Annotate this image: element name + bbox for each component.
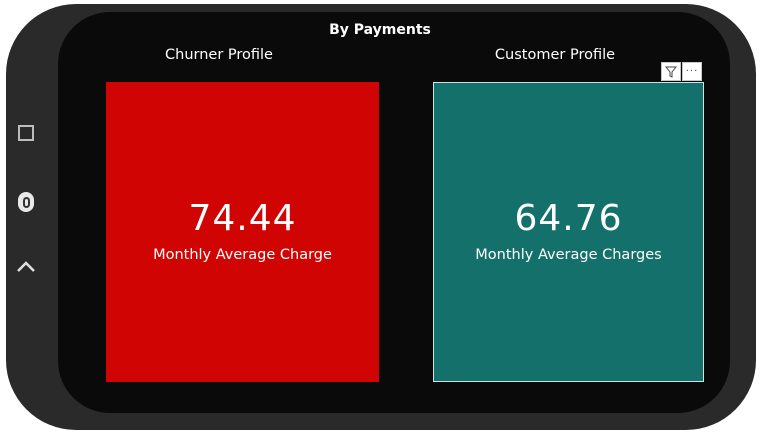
report-title: By Payments — [329, 22, 431, 38]
customer-kpi-label: Monthly Average Charges — [475, 247, 662, 263]
home-icon — [18, 192, 34, 212]
filter-icon — [665, 66, 677, 78]
filter-button[interactable] — [661, 62, 681, 81]
square-icon — [18, 125, 34, 141]
home-button[interactable] — [16, 190, 36, 214]
churner-kpi-card[interactable]: 74.44 Monthly Average Charge — [106, 82, 379, 382]
chevron-up-icon — [17, 261, 35, 272]
churner-profile-heading: Churner Profile — [165, 47, 273, 63]
churner-kpi-label: Monthly Average Charge — [153, 247, 332, 263]
up-button[interactable] — [16, 256, 36, 276]
churner-kpi-value: 74.44 — [188, 198, 297, 239]
visual-header-toolbar: ··· — [661, 62, 702, 81]
customer-kpi-card[interactable]: 64.76 Monthly Average Charges — [433, 82, 704, 382]
more-options-button[interactable]: ··· — [682, 62, 702, 81]
customer-profile-heading: Customer Profile — [494, 47, 616, 63]
customer-kpi-value: 64.76 — [514, 198, 623, 239]
overview-button[interactable] — [16, 123, 36, 143]
